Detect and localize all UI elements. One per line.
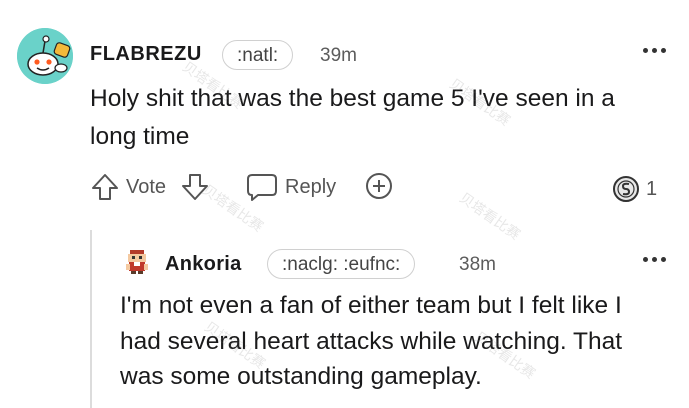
reply-more-options-icon[interactable] — [643, 256, 669, 264]
comment-user-flair: :natl: — [222, 40, 294, 70]
coin-award-icon[interactable] — [612, 175, 640, 203]
reply-body-line-2: had several heart attacks while watching… — [120, 328, 623, 355]
reply-timestamp: 38m — [459, 254, 496, 275]
reply-body-line-3: was some outstanding gameplay. — [120, 363, 482, 390]
reply-username[interactable]: Ankoria — [165, 253, 242, 276]
upvote-arrow-icon[interactable] — [90, 172, 120, 202]
downvote-arrow-icon[interactable] — [180, 172, 210, 202]
plus-circle-icon[interactable] — [364, 171, 394, 201]
more-options-icon[interactable] — [643, 47, 669, 55]
user-avatar[interactable] — [17, 28, 73, 84]
comment-body-line-2: long time — [90, 123, 190, 150]
watermark: 贝塔看比赛 — [456, 189, 524, 243]
snoo-avatar-icon — [17, 28, 73, 84]
reply-user-flair: :naclg: :eufnc: — [267, 249, 416, 279]
speech-bubble-icon[interactable] — [246, 172, 278, 202]
comment-timestamp: 39m — [320, 45, 357, 66]
pixel-avatar-icon — [126, 250, 148, 274]
reply-user-avatar[interactable] — [122, 246, 152, 276]
vote-label: Vote — [126, 176, 167, 198]
award-count: 1 — [646, 178, 658, 200]
reply-button[interactable]: Reply — [285, 176, 336, 199]
reply-body-line-1: I'm not even a fan of either team but I … — [120, 292, 622, 319]
comment-body-line-1: Holy shit that was the best game 5 I've … — [90, 85, 615, 112]
comment-username[interactable]: FLABREZU — [90, 43, 202, 66]
thread-line[interactable] — [90, 230, 92, 408]
